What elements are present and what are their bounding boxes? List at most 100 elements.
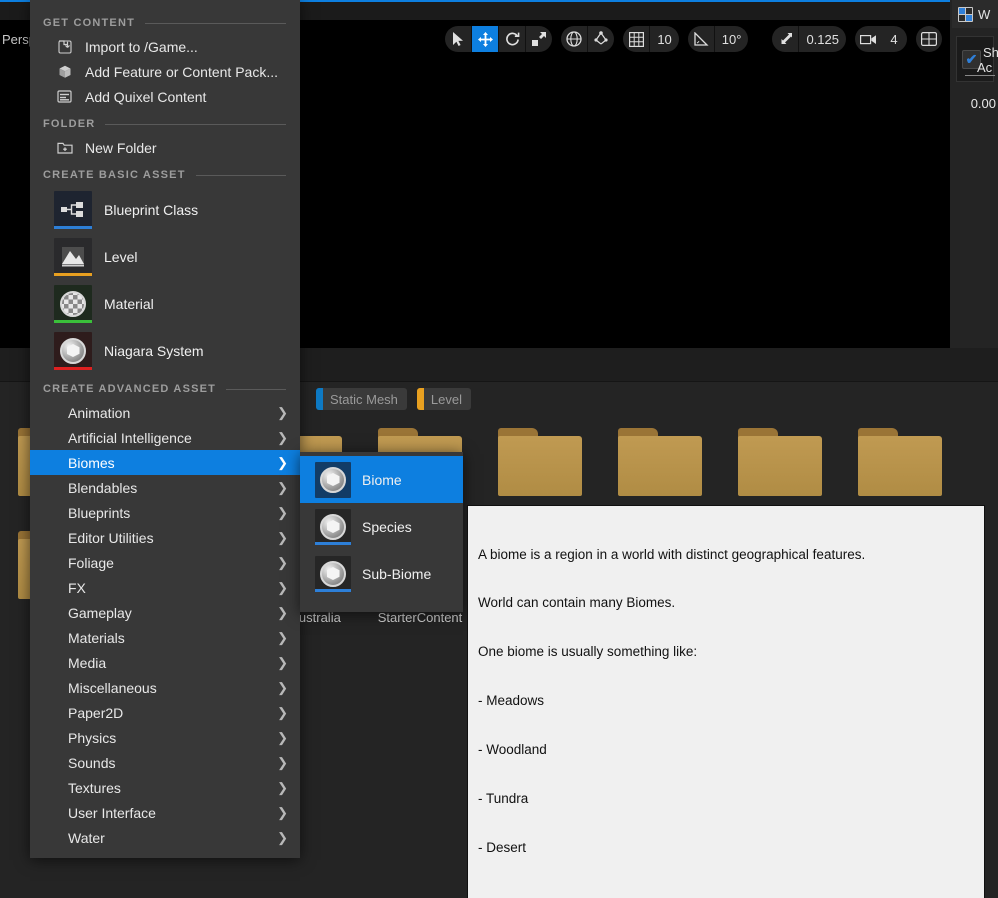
menu-item-add-feature-or-content-pack[interactable]: Add Feature or Content Pack...: [30, 59, 300, 84]
surface-snap-icon[interactable]: [588, 26, 614, 52]
angle-snap-value[interactable]: 10°: [715, 26, 749, 52]
submenu-item-user-interface[interactable]: User Interface ❯: [30, 800, 300, 825]
tab-world-settings[interactable]: W: [952, 0, 998, 28]
menu-item-add-quixel-content[interactable]: Add Quixel Content: [30, 84, 300, 109]
submenu-label: Physics: [68, 730, 116, 746]
camera-speed-value[interactable]: 4: [881, 26, 907, 52]
submenu-label: Editor Utilities: [68, 530, 154, 546]
submenu-item-editor-utilities[interactable]: Editor Utilities ❯: [30, 525, 300, 550]
niagara-system-icon: [54, 332, 92, 370]
submenu-item-biome[interactable]: Biome: [300, 456, 463, 503]
submenu-label: FX: [68, 580, 86, 596]
submenu-item-sub-biome[interactable]: Sub-Biome: [300, 550, 463, 597]
filter-static-mesh[interactable]: Static Mesh: [316, 388, 407, 410]
chevron-right-icon: ❯: [277, 605, 288, 621]
submenu-item-textures[interactable]: Textures ❯: [30, 775, 300, 800]
tooltip-spacer: [478, 889, 974, 898]
submenu-item-physics[interactable]: Physics ❯: [30, 725, 300, 750]
submenu-item-species[interactable]: Species: [300, 503, 463, 550]
chevron-right-icon: ❯: [277, 455, 288, 471]
submenu-item-miscellaneous[interactable]: Miscellaneous ❯: [30, 675, 300, 700]
menu-item-import-to-game[interactable]: Import to /Game...: [30, 34, 300, 59]
submenu-item-animation[interactable]: Animation ❯: [30, 400, 300, 425]
section-header-create-advanced-asset: CREATE ADVANCED ASSET: [30, 374, 300, 400]
submenu-item-materials[interactable]: Materials ❯: [30, 625, 300, 650]
submenu-label: Animation: [68, 405, 130, 421]
tooltip-line: - Meadows: [478, 693, 974, 709]
folder-icon: [738, 428, 822, 496]
submenu-item-media[interactable]: Media ❯: [30, 650, 300, 675]
submenu-label: Paper2D: [68, 705, 123, 721]
submenu-label: Blendables: [68, 480, 137, 496]
chevron-right-icon: ❯: [277, 805, 288, 821]
submenu-item-paper2d[interactable]: Paper2D ❯: [30, 700, 300, 725]
submenu-label: Textures: [68, 780, 121, 796]
scale-snap-icon[interactable]: [772, 26, 798, 52]
chevron-right-icon: ❯: [277, 505, 288, 521]
world-settings-row: ✔ Sh Ac: [956, 36, 994, 82]
scale-snap-value[interactable]: 0.125: [799, 26, 846, 52]
chevron-right-icon: ❯: [277, 655, 288, 671]
submenu-item-fx[interactable]: FX ❯: [30, 575, 300, 600]
menu-item-blueprint-class[interactable]: Blueprint Class: [30, 186, 300, 233]
submenu-item-water[interactable]: Water ❯: [30, 825, 300, 850]
rotate-gizmo-icon[interactable]: [499, 26, 525, 52]
cursor-arrow-icon[interactable]: [445, 26, 471, 52]
layout-grid-icon[interactable]: [916, 26, 942, 52]
globe-icon[interactable]: [561, 26, 587, 52]
menu-item-label: Add Feature or Content Pack...: [85, 64, 278, 80]
section-title: CREATE ADVANCED ASSET: [43, 383, 216, 395]
submenu-label: Miscellaneous: [68, 680, 157, 696]
chevron-right-icon: ❯: [277, 580, 288, 596]
section-title: CREATE BASIC ASSET: [43, 169, 186, 181]
section-title: FOLDER: [43, 118, 95, 130]
submenu-item-biomes[interactable]: Biomes ❯: [30, 450, 300, 475]
submenu-item-artificial-intelligence[interactable]: Artificial Intelligence ❯: [30, 425, 300, 450]
move-gizmo-icon[interactable]: [472, 26, 498, 52]
transform-mode-group: [445, 26, 552, 52]
species-sphere: [320, 514, 346, 540]
filter-color-swatch: [316, 388, 323, 410]
viewport-layout-group: [916, 26, 942, 52]
menu-item-new-folder[interactable]: New Folder: [30, 135, 300, 160]
property-label-sh: Sh: [983, 45, 998, 60]
scale-gizmo-icon[interactable]: [526, 26, 552, 52]
quixel-icon: [56, 88, 73, 105]
tooltip-line: - Desert: [478, 840, 974, 856]
submenu-item-foliage[interactable]: Foliage ❯: [30, 550, 300, 575]
menu-item-label: Blueprint Class: [104, 202, 198, 218]
biome-tooltip: A biome is a region in a world with dist…: [467, 505, 985, 898]
chevron-right-icon: ❯: [277, 830, 288, 846]
biome-asset-icon: [315, 462, 351, 498]
menu-item-niagara-system[interactable]: Niagara System: [30, 327, 300, 374]
camera-icon[interactable]: [855, 26, 881, 52]
coordinate-space-group: [561, 26, 614, 52]
filter-level[interactable]: Level: [417, 388, 471, 410]
submenu-item-sounds[interactable]: Sounds ❯: [30, 750, 300, 775]
submenu-item-label: Biome: [362, 472, 402, 488]
tooltip-line: One biome is usually something like:: [478, 644, 974, 660]
section-divider: [145, 23, 286, 24]
menu-item-level[interactable]: Level: [30, 233, 300, 280]
menu-item-label: Level: [104, 249, 137, 265]
angle-icon[interactable]: [688, 26, 714, 52]
submenu-item-blueprints[interactable]: Blueprints ❯: [30, 500, 300, 525]
chevron-right-icon: ❯: [277, 430, 288, 446]
folder-icon: [618, 428, 702, 496]
level-icon: [54, 238, 92, 276]
world-settings-panel: W ✔ Sh Ac 0.00: [952, 0, 998, 348]
section-header-folder: FOLDER: [30, 109, 300, 135]
menu-item-label: New Folder: [85, 140, 157, 156]
submenu-item-gameplay[interactable]: Gameplay ❯: [30, 600, 300, 625]
grid-icon[interactable]: [623, 26, 649, 52]
menu-item-material[interactable]: Material: [30, 280, 300, 327]
chevron-right-icon: ❯: [277, 680, 288, 696]
chevron-right-icon: ❯: [277, 730, 288, 746]
grid-snap-value[interactable]: 10: [650, 26, 678, 52]
world-settings-body: ✔ Sh Ac 0.00: [952, 28, 998, 111]
material-sphere: [60, 291, 86, 317]
property-value[interactable]: 0.00: [952, 96, 998, 111]
submenu-label: Blueprints: [68, 505, 130, 521]
submenu-label: Materials: [68, 630, 125, 646]
submenu-item-blendables[interactable]: Blendables ❯: [30, 475, 300, 500]
